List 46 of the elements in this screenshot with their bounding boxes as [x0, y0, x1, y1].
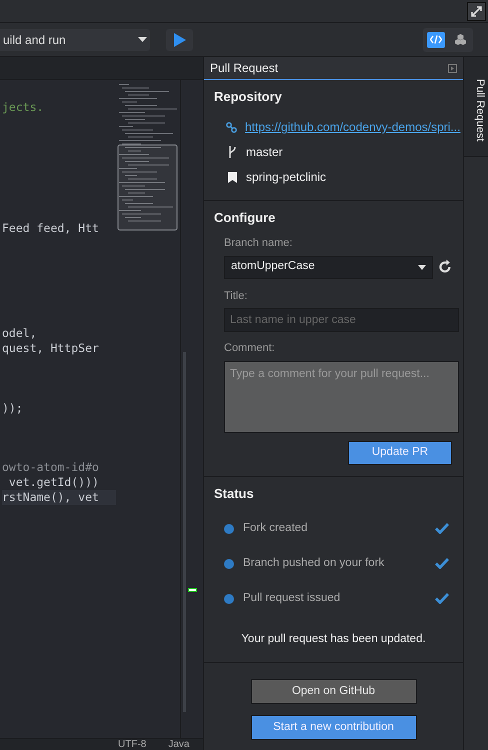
status-message: Your pull request has been updated.	[240, 632, 427, 647]
section-heading: Repository	[214, 88, 283, 106]
cubes-icon	[454, 34, 466, 45]
side-tab[interactable]: Pull Request	[464, 57, 488, 157]
branch-select[interactable]: atomUpperCase	[224, 256, 434, 278]
repository-link[interactable]: https://github.com/codenvy-demos/spri...	[245, 118, 460, 136]
encoding-label: UTF-8	[118, 739, 146, 750]
caret-icon	[138, 36, 147, 42]
new-contribution-button[interactable]: Start a new contribution	[250, 715, 416, 740]
branch-name: master	[246, 144, 283, 161]
status-step: Branch pushed on your fork	[243, 554, 384, 572]
code-line: vet.getId()))	[8, 475, 100, 490]
field-label: Title:	[224, 288, 248, 304]
code-line: owto-atom-id#o	[2, 460, 100, 475]
refresh-icon[interactable]	[437, 259, 453, 275]
code-icon	[430, 35, 442, 44]
run-button[interactable]	[166, 28, 193, 50]
title-field[interactable]: Last name in upper case	[224, 308, 459, 332]
field-label: Comment:	[224, 341, 276, 356]
branch-icon	[228, 146, 236, 158]
section-heading: Status	[214, 484, 255, 502]
change-marker	[188, 588, 197, 592]
code-line: Feed feed, Htt	[2, 221, 100, 236]
language-label: Java	[168, 739, 190, 750]
code-line: ));	[2, 401, 24, 416]
status-step: Pull request issued	[243, 590, 340, 608]
panel-title: Pull Request	[210, 60, 278, 77]
update-pr-button[interactable]: Update PR	[348, 440, 452, 464]
code-line: jects.	[2, 100, 45, 115]
run-config-dropdown[interactable]: uild and run	[0, 28, 150, 50]
play-icon	[174, 32, 186, 46]
section-heading: Configure	[214, 208, 276, 227]
field-label: Branch name:	[224, 236, 294, 251]
code-line: quest, HttpSer	[2, 341, 100, 356]
project-name: spring-petclinic	[246, 169, 326, 186]
minimize-icon[interactable]	[448, 64, 457, 72]
expand-button[interactable]	[467, 2, 486, 20]
bookmark-icon	[228, 172, 236, 182]
status-step: Fork created	[243, 520, 308, 538]
code-line: odel,	[2, 326, 38, 341]
open-github-button[interactable]: Open on GitHub	[250, 679, 416, 704]
code-view-button[interactable]	[427, 32, 445, 48]
expand-icon	[470, 4, 483, 18]
caret-icon	[418, 264, 426, 270]
link-icon	[226, 122, 237, 132]
comment-field[interactable]: Type a comment for your pull request...	[224, 360, 459, 432]
